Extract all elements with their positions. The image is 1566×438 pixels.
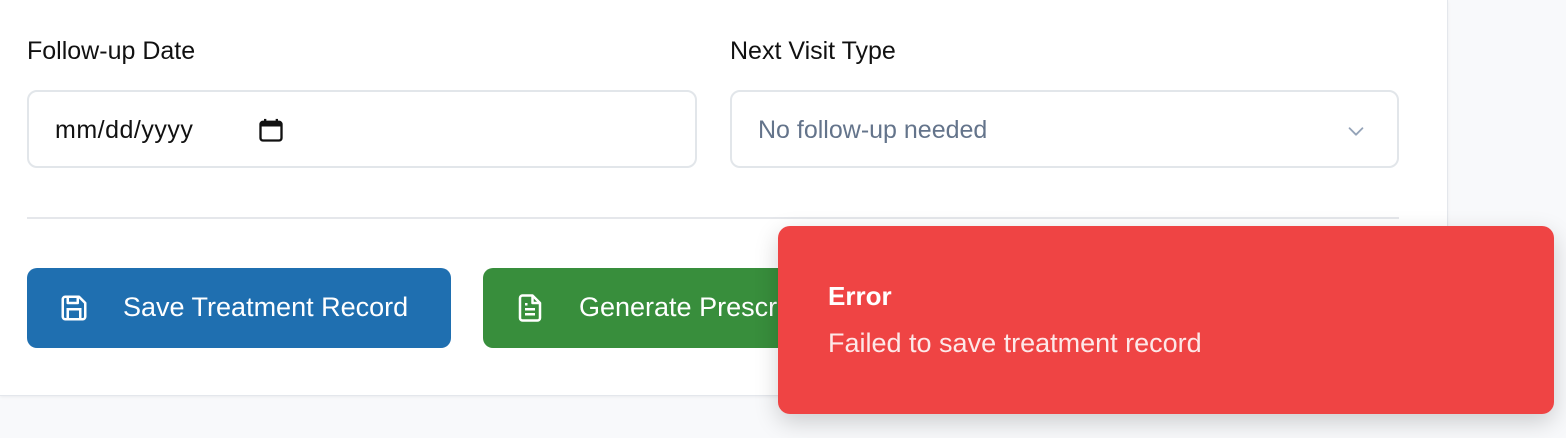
document-icon [518,294,542,322]
save-button-label: Save Treatment Record [123,292,409,322]
followup-date-label: Follow-up Date [27,37,196,65]
save-treatment-record-button[interactable]: Save Treatment Record [27,268,451,348]
calendar-icon[interactable] [257,116,285,144]
generate-prescription-button[interactable]: Generate Prescription [483,268,813,348]
followup-date-value: mm/dd/yyyy [55,116,194,144]
divider [27,217,1399,219]
toast-title: Error [828,281,892,311]
toast-message: Failed to save treatment record [828,328,1202,358]
error-toast[interactable]: Error Failed to save treatment record [778,226,1554,414]
save-icon [61,295,87,321]
page: Follow-up Date mm/dd/yyyy Next Visit Typ… [0,0,1566,438]
next-visit-type-select[interactable]: No follow-up needed [730,90,1399,168]
next-visit-type-value: No follow-up needed [758,116,988,144]
followup-date-input[interactable]: mm/dd/yyyy [27,90,697,168]
chevron-down-icon [1348,127,1364,136]
next-visit-type-label: Next Visit Type [730,37,896,65]
